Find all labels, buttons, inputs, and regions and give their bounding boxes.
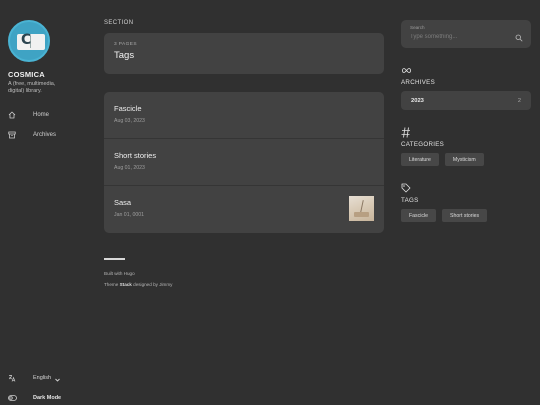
main-menu: Home Archives	[8, 105, 92, 145]
language-icon	[8, 374, 33, 382]
right-sidebar: Search ARCHIVES 2023 2 CATEGORIES Litera…	[401, 20, 531, 222]
category-chip[interactable]: Literature	[401, 153, 439, 166]
tags-title: TAGS	[401, 197, 419, 204]
dark-mode-toggle[interactable]: Dark Mode	[8, 388, 92, 405]
tag-list: Fascicle Short stories	[401, 209, 531, 222]
archive-year-link[interactable]: 2023 2	[401, 91, 531, 110]
theme-suffix: designed by Jimmy	[133, 282, 173, 287]
menu-item-home[interactable]: Home	[8, 105, 92, 125]
article-title[interactable]: Fascicle	[114, 104, 374, 113]
footer-divider	[104, 258, 125, 260]
theme-link[interactable]: Stack	[120, 282, 132, 287]
section-label: SECTION	[104, 20, 134, 26]
archive-year: 2023	[411, 97, 424, 104]
archive-box-icon	[8, 131, 33, 139]
page: C COSMICA A (free, multimedia, digital) …	[0, 0, 540, 405]
article-title[interactable]: Short stories	[114, 151, 374, 160]
article-item[interactable]: Short stories Aug 01, 2023	[104, 139, 384, 186]
page-count: 3 PAGES	[114, 42, 137, 47]
built-with-text: Built with Hugo	[104, 269, 384, 279]
search-input[interactable]	[410, 32, 506, 41]
menu-item-archives[interactable]: Archives	[8, 125, 92, 145]
search-form: Search	[401, 20, 531, 48]
main-content: SECTION 3 PAGES Tags Fascicle Aug 03, 20…	[104, 20, 384, 290]
article-date: Aug 03, 2023	[114, 118, 145, 124]
article-thumbnail[interactable]	[349, 196, 374, 221]
tag-chip[interactable]: Short stories	[442, 209, 488, 222]
home-icon	[8, 111, 33, 119]
search-label: Search	[410, 25, 425, 30]
page-title: Tags	[114, 50, 135, 61]
sidebar-bottom: English Dark Mode	[8, 368, 92, 405]
menu-item-label: Archives	[33, 132, 57, 138]
theme-prefix: Theme	[104, 282, 119, 287]
categories-widget: CATEGORIES Literature Mysticism	[401, 126, 531, 166]
category-chip[interactable]: Mysticism	[444, 153, 484, 166]
tag-icon	[401, 182, 531, 194]
article-item[interactable]: Fascicle Aug 03, 2023	[104, 92, 384, 139]
built-with-label[interactable]: Built with Hugo	[104, 271, 135, 276]
toggle-icon	[8, 395, 33, 401]
category-list: Literature Mysticism	[401, 153, 531, 166]
site-name[interactable]: COSMICA	[8, 70, 92, 79]
article-date: Jan 01, 0001	[114, 212, 144, 218]
language-selector[interactable]: English	[8, 368, 92, 388]
site-avatar[interactable]: C	[8, 20, 50, 62]
tag-chip[interactable]: Fascicle	[401, 209, 437, 222]
categories-title: CATEGORIES	[401, 141, 445, 148]
archive-count: 2	[517, 97, 521, 104]
article-item[interactable]: Sasa Jan 01, 0001	[104, 186, 384, 233]
theme-credit: Theme Stack designed by Jimmy	[104, 280, 384, 290]
language-label: English	[33, 375, 52, 381]
avatar-letter-icon: C	[21, 32, 32, 48]
menu-item-label: Home	[33, 112, 50, 118]
archives-title: ARCHIVES	[401, 79, 436, 86]
site-footer: Built with Hugo Theme Stack designed by …	[104, 258, 384, 290]
left-sidebar: C COSMICA A (free, multimedia, digital) …	[8, 20, 92, 405]
article-list: Fascicle Aug 03, 2023 Short stories Aug …	[104, 92, 384, 233]
search-icon[interactable]	[515, 29, 523, 47]
archives-widget: ARCHIVES 2023 2	[401, 64, 531, 110]
section-header-card: 3 PAGES Tags	[104, 33, 384, 74]
article-date: Aug 01, 2023	[114, 165, 145, 171]
dark-mode-label: Dark Mode	[33, 395, 62, 401]
chevron-down-icon	[55, 369, 60, 387]
site-description: A (free, multimedia, digital) library.	[8, 81, 56, 94]
tags-widget: TAGS Fascicle Short stories	[401, 182, 531, 222]
article-title[interactable]: Sasa	[114, 198, 374, 207]
hash-icon	[401, 126, 531, 138]
infinity-icon	[401, 64, 531, 76]
